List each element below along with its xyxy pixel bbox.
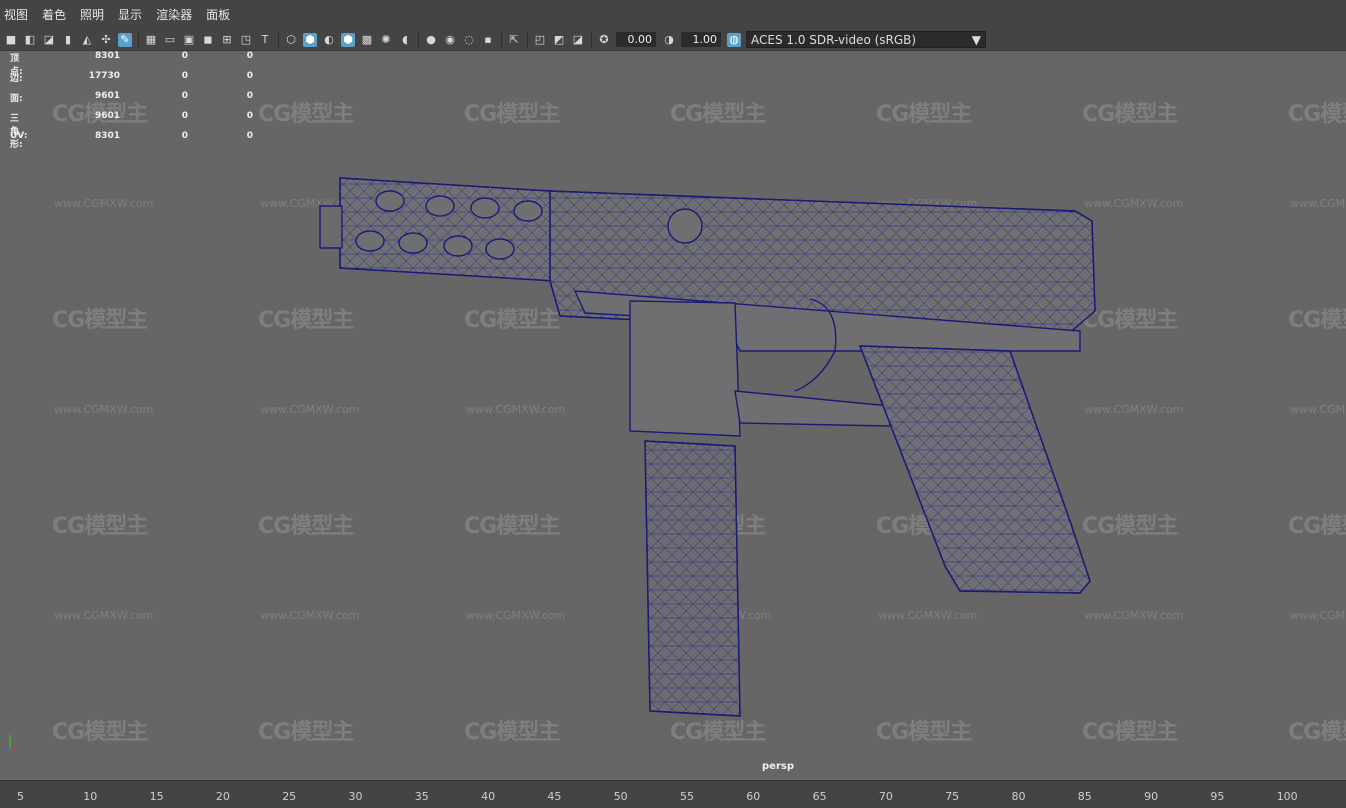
exposure-field[interactable]: 0.00 [616,32,656,47]
toolbar-separator [591,31,592,48]
isolate-select-icon[interactable]: ⇱ [507,33,521,47]
menu-panels[interactable]: 面板 [206,6,230,23]
model-mesh[interactable] [0,51,1346,780]
hud-value: 9601 [94,111,120,121]
toolbar-separator [278,31,279,48]
color-space-value: ACES 1.0 SDR-video (sRGB) [751,32,917,47]
motion-blur-icon[interactable]: ◉ [443,33,457,47]
timeline-tick-label: 10 [83,790,98,803]
hud-value: 0 [181,111,188,121]
3d-viewport[interactable]: CG模型主 www.CGMXW.com CG模型主 www.CGMXW.com CG模型… [0,51,1346,780]
camera-label: persp [762,761,794,772]
hud-value: 0 [246,91,253,101]
smooth-shade-icon[interactable]: ⬢ [303,32,317,47]
textured-icon[interactable]: ⬢ [341,32,355,47]
hud-value: 0 [246,71,253,81]
grease-pencil-icon[interactable]: ✎ [118,32,132,47]
time-slider[interactable]: 5 10 15 20 25 30 35 40 45 50 55 60 65 70 75 80 85 90 95 100 [0,780,1346,808]
timeline-tick-label: 20 [215,790,230,803]
timeline-tick-label: 15 [149,790,164,803]
toolbar-separator [418,31,419,48]
color-management-icon[interactable]: ◍ [727,32,741,47]
chevron-down-icon: ▼ [971,32,981,47]
camera-icon[interactable]: ■ [4,33,18,47]
menu-shading[interactable]: 着色 [42,6,66,23]
timeline-tick-label: 90 [1144,790,1159,803]
menu-show[interactable]: 显示 [118,6,142,23]
ambient-occlusion-icon[interactable]: ● [424,33,438,47]
axis-gizmo-icon [4,735,18,752]
timeline-tick-label: 100 [1276,790,1298,803]
wireframe-icon[interactable]: ⬡ [284,33,298,47]
hud-value: 0 [181,91,188,101]
timeline-tick-label: 85 [1077,790,1092,803]
menu-renderer[interactable]: 渲染器 [156,6,192,23]
menu-lighting[interactable]: 照明 [80,6,104,23]
hud-value: 0 [181,71,188,81]
gate-mask-icon[interactable]: ◼ [201,33,215,47]
default-light-icon[interactable]: ✺ [379,33,393,47]
camera-film-icon[interactable]: ◧ [23,33,37,47]
film-gate-icon[interactable]: ▭ [163,33,177,47]
timeline-tick-label: 30 [348,790,363,803]
bounding-box-icon[interactable]: ◐ [322,33,336,47]
color-space-dropdown[interactable]: ACES 1.0 SDR-video (sRGB) ▼ [746,31,986,48]
depth-of-field-icon[interactable]: ▪ [481,33,495,47]
resolution-gate-icon[interactable]: ▣ [182,33,196,47]
field-chart-icon[interactable]: ⊞ [220,33,234,47]
toolbar-separator [501,31,502,48]
timeline-tick-label: 45 [547,790,562,803]
timeline-tick-label: 50 [613,790,628,803]
backface-icon[interactable]: ◪ [571,33,585,47]
xray-icon[interactable]: ◰ [533,33,547,47]
xray-joints-icon[interactable]: ◩ [552,33,566,47]
hud-value: 8301 [94,51,120,61]
hud-value: 8301 [94,131,120,141]
antialias-icon[interactable]: ◌ [462,33,476,47]
panel-toolbar: ■ ◧ ◪ ▮ ◭ ✣ ✎ ▦ ▭ ▣ ◼ ⊞ ◳ T ⬡ ⬢ ◐ ⬢ ▩ ✺ … [0,29,1346,51]
gamma-icon[interactable]: ◑ [662,33,676,47]
hud-value: 9601 [94,91,120,101]
timeline-tick-label: 60 [746,790,761,803]
hud-label: 边: [10,74,23,84]
hud-value: 0 [246,111,253,121]
hud-value: 17730 [88,71,120,81]
toolbar-separator [138,31,139,48]
timeline-tick-label: 65 [812,790,827,803]
shadows-icon[interactable]: ◖ [398,33,412,47]
camera-lock-icon[interactable]: ◪ [42,33,56,47]
hud-value: 0 [246,51,253,61]
timeline-tick-label: 75 [945,790,960,803]
timeline-tick-label: 70 [878,790,893,803]
timeline-tick-label: 25 [282,790,297,803]
hud-value: 0 [246,131,253,141]
bookmark-icon[interactable]: ▮ [61,33,75,47]
hud-label: 面: [10,94,23,104]
grid-icon[interactable]: ▦ [144,33,158,47]
exposure-icon[interactable]: ✪ [597,33,611,47]
timeline-tick-label: 95 [1210,790,1225,803]
safe-action-icon[interactable]: ◳ [239,33,253,47]
menu-view[interactable]: 视图 [4,6,28,23]
timeline-tick-label: 55 [680,790,694,803]
image-plane-icon[interactable]: ◭ [80,33,94,47]
timeline-tick-label: 5 [17,790,24,803]
checker-icon[interactable]: ▩ [360,33,374,47]
toolbar-separator [527,31,528,48]
gamma-field[interactable]: 1.00 [681,32,721,47]
timeline-tick-label: 40 [481,790,496,803]
hud-value: 0 [181,51,188,61]
hud-value: 0 [181,131,188,141]
timeline-tick-label: 80 [1011,790,1026,803]
panel-menubar: 视图 着色 照明 显示 渲染器 面板 [0,0,1346,29]
hud-label: UV: [10,131,28,141]
timeline-tick-label: 35 [414,790,429,803]
camera-attrs-icon[interactable]: ✣ [99,33,113,47]
safe-title-icon[interactable]: T [258,33,272,47]
